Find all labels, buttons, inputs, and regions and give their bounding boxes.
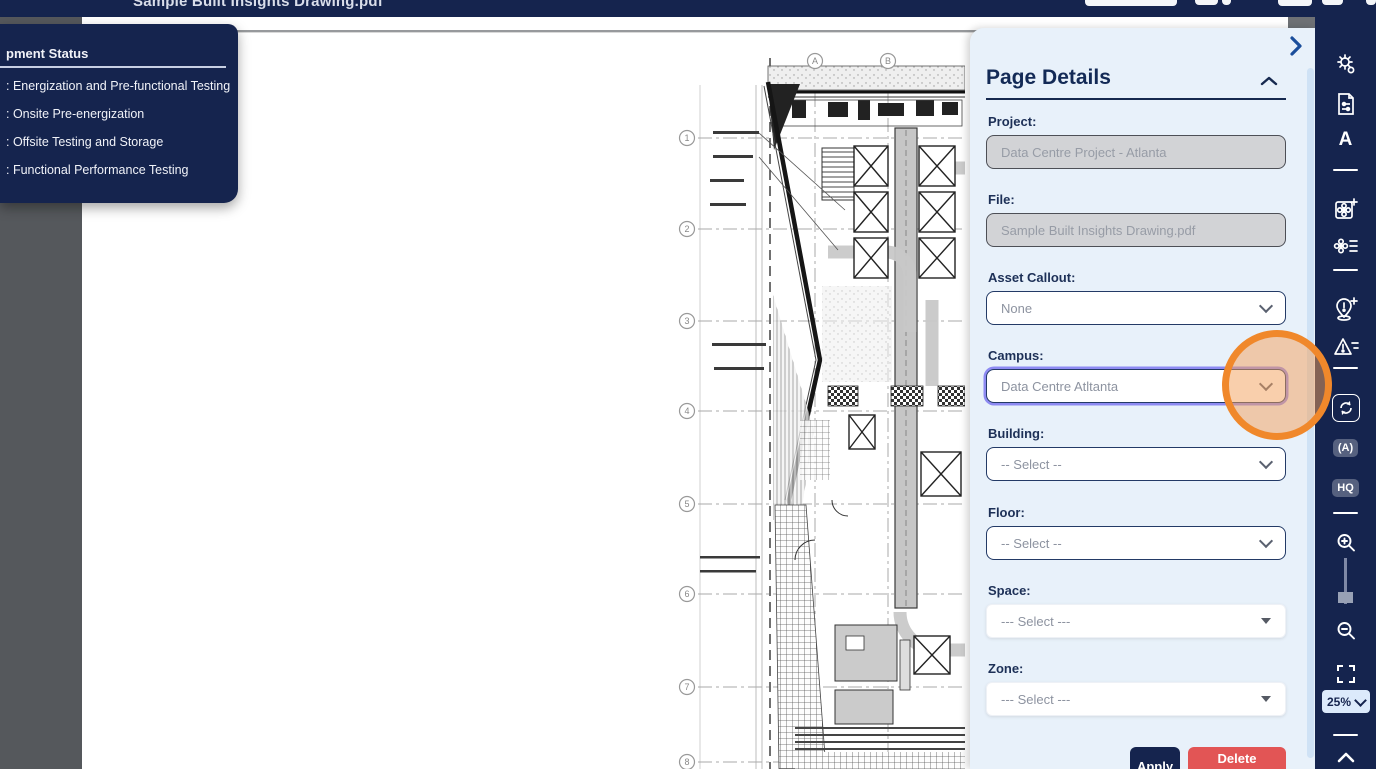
file-value: Sample Built Insights Drawing.pdf xyxy=(1001,222,1196,238)
zoom-slider-thumb[interactable] xyxy=(1338,592,1353,603)
legend-item: : Functional Performance Testing xyxy=(6,163,189,177)
sidebar-divider xyxy=(1333,734,1358,736)
settings-gear-icon[interactable] xyxy=(1315,52,1376,76)
legend-item: : Offsite Testing and Storage xyxy=(6,135,164,149)
zoom-in-icon[interactable] xyxy=(1315,532,1376,554)
language-badge: (A) xyxy=(1332,439,1359,457)
asset-callout-label: Asset Callout: xyxy=(988,270,1076,285)
grid-letter: A xyxy=(812,56,818,66)
asset-callout-value: None xyxy=(1001,300,1033,316)
page-properties-icon[interactable] xyxy=(1315,92,1376,116)
top-header-bar: Sample Built Insights Drawing.pdf xyxy=(0,0,1376,17)
chevron-down-icon xyxy=(1258,533,1274,549)
language-icon[interactable]: (A) xyxy=(1315,437,1376,459)
zoom-out-icon[interactable] xyxy=(1315,620,1376,642)
sidebar-divider xyxy=(1333,169,1358,171)
toolbar-button-partial[interactable] xyxy=(1222,0,1231,5)
sync-icon[interactable] xyxy=(1315,394,1376,422)
toolbar-button-partial[interactable] xyxy=(1278,0,1312,6)
fullscreen-icon[interactable] xyxy=(1315,663,1376,685)
add-asset-icon[interactable] xyxy=(1315,197,1376,221)
campus-label: Campus: xyxy=(988,348,1044,363)
floor-select[interactable]: -- Select -- xyxy=(986,526,1286,560)
caret-down-icon xyxy=(1261,618,1271,624)
floor-value: -- Select -- xyxy=(1001,535,1062,551)
campus-value: Data Centre Atltanta xyxy=(1001,378,1119,394)
legend-divider xyxy=(0,66,226,68)
chevron-down-icon xyxy=(1258,298,1274,314)
apply-button[interactable]: Apply xyxy=(1130,747,1180,769)
hq-badge: HQ xyxy=(1332,479,1359,497)
grid-number: 5 xyxy=(684,499,689,509)
legend-item: : Onsite Pre-energization xyxy=(6,107,145,121)
project-value: Data Centre Project - Atlanta xyxy=(1001,144,1167,160)
zone-value: --- Select --- xyxy=(1001,691,1071,707)
chevron-down-icon xyxy=(1258,454,1274,470)
panel-title: Page Details xyxy=(986,66,1111,89)
text-tool-icon[interactable]: A xyxy=(1315,128,1376,152)
toolbar-button-partial[interactable] xyxy=(1322,0,1343,5)
issues-list-icon[interactable] xyxy=(1315,335,1376,359)
grid-number: 1 xyxy=(684,133,689,143)
file-field: Sample Built Insights Drawing.pdf xyxy=(986,213,1286,247)
grid-number: 2 xyxy=(684,224,689,234)
sidebar-divider xyxy=(1333,367,1358,369)
add-issue-pin-icon[interactable] xyxy=(1315,296,1376,322)
chevron-down-icon xyxy=(1258,376,1274,392)
panel-collapse-icon[interactable] xyxy=(1285,34,1307,58)
caret-down-icon xyxy=(1261,696,1271,702)
grid-number: 3 xyxy=(684,316,689,326)
space-label: Space: xyxy=(988,583,1031,598)
toolbar-button-partial[interactable] xyxy=(1085,0,1177,6)
space-select[interactable]: --- Select --- xyxy=(986,604,1286,638)
campus-select[interactable]: Data Centre Atltanta xyxy=(986,369,1286,403)
equipment-status-legend: pment Status : Energization and Pre-func… xyxy=(0,24,238,203)
grid-number: 4 xyxy=(684,406,689,416)
grid-number: 8 xyxy=(684,757,689,767)
collapse-up-icon[interactable] xyxy=(1315,748,1376,766)
document-title: Sample Built Insights Drawing.pdf xyxy=(133,0,383,10)
grid-number: 6 xyxy=(684,589,689,599)
zone-select[interactable]: --- Select --- xyxy=(986,682,1286,716)
floor-plan-drawing: A B 1 2 3 4 5 6 7 8 xyxy=(678,52,965,769)
app-window: Sample Built Insights Drawing.pdf A B 1 … xyxy=(0,0,1376,769)
tool-sidebar: A (A) HQ xyxy=(1315,0,1376,769)
sidebar-divider xyxy=(1333,512,1358,514)
building-select[interactable]: -- Select -- xyxy=(986,447,1286,481)
sidebar-divider xyxy=(1333,269,1358,271)
asset-list-icon[interactable] xyxy=(1315,234,1376,258)
zone-label: Zone: xyxy=(988,661,1024,676)
legend-item: : Energization and Pre-functional Testin… xyxy=(6,79,231,93)
page-details-panel: Page Details Project: Data Centre Projec… xyxy=(970,28,1315,769)
chevron-down-icon xyxy=(1354,693,1367,707)
grid-letter: B xyxy=(885,56,891,66)
building-label: Building: xyxy=(988,426,1045,441)
grid-number: 7 xyxy=(684,682,689,692)
building-value: -- Select -- xyxy=(1001,456,1062,472)
project-field: Data Centre Project - Atlanta xyxy=(986,135,1286,169)
legend-title: pment Status xyxy=(6,46,89,61)
file-label: File: xyxy=(988,192,1015,207)
asset-callout-select[interactable]: None xyxy=(986,291,1286,325)
panel-title-rule xyxy=(986,98,1286,100)
toolbar-button-partial[interactable] xyxy=(1195,0,1218,5)
section-collapse-chevron-up-icon[interactable] xyxy=(1260,74,1278,86)
space-value: --- Select --- xyxy=(1001,613,1071,629)
zoom-level-select[interactable]: 25% xyxy=(1322,690,1370,713)
panel-scrollbar[interactable] xyxy=(1307,68,1314,758)
floor-label: Floor: xyxy=(988,505,1025,520)
hq-quality-icon[interactable]: HQ xyxy=(1315,477,1376,499)
project-label: Project: xyxy=(988,114,1037,129)
zoom-level-value: 25% xyxy=(1327,694,1352,709)
delete-document-button[interactable]: Delete Document xyxy=(1188,747,1286,769)
toolbar-button-partial[interactable] xyxy=(1366,0,1376,5)
